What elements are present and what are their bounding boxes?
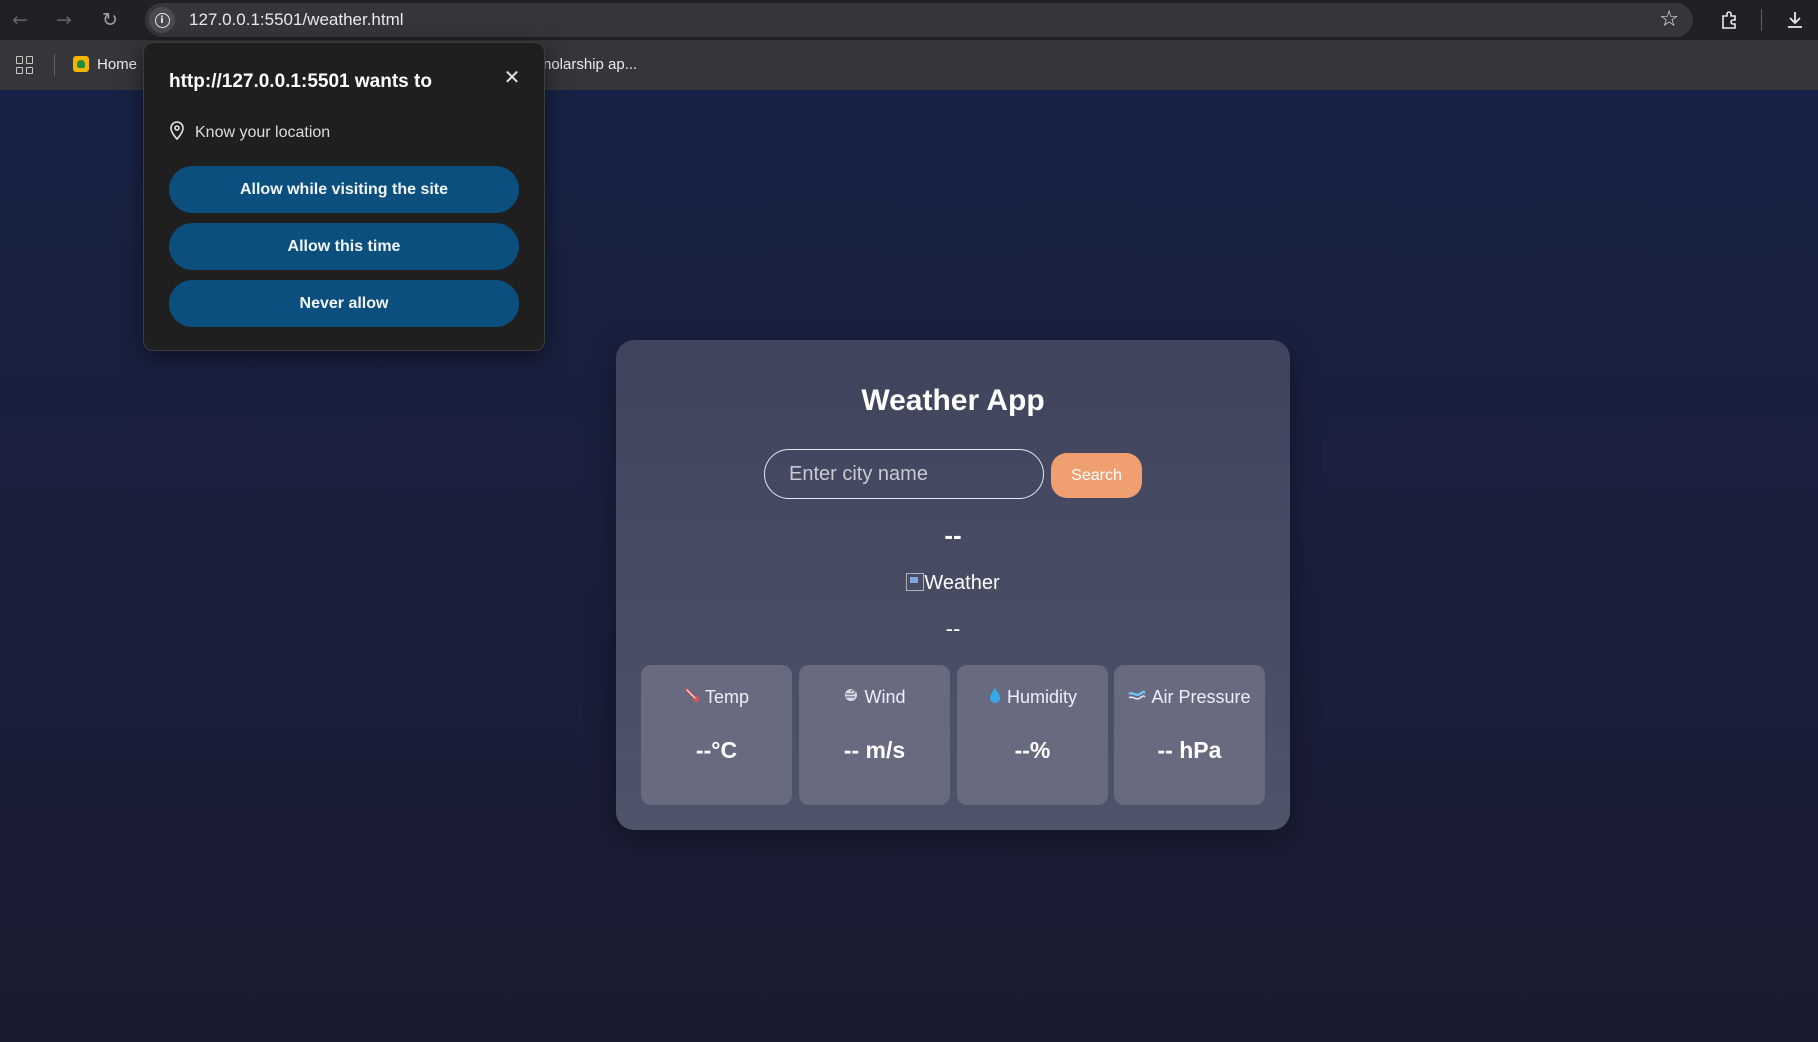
browser-toolbar: ← → ↻ i 127.0.0.1:5501/weather.html ☆ xyxy=(0,0,1818,40)
stat-humidity-value: --% xyxy=(1014,737,1051,763)
bookmark-scholarship-label: nolarship ap... xyxy=(543,56,638,73)
permission-label: Know your location xyxy=(195,124,331,141)
site-info-button[interactable]: i xyxy=(149,7,175,33)
weather-image-alt: Weather xyxy=(924,572,1000,594)
stat-air-pressure: Air Pressure -- hPa xyxy=(1114,665,1265,805)
broken-image-icon xyxy=(906,573,925,591)
never-allow-button[interactable]: Never allow xyxy=(169,280,519,327)
url-text[interactable]: 127.0.0.1:5501/weather.html xyxy=(189,3,404,37)
allow-while-visiting-button[interactable]: Allow while visiting the site xyxy=(169,166,519,213)
permission-title: http://127.0.0.1:5501 wants to xyxy=(169,71,432,92)
stat-air-pressure-value: -- hPa xyxy=(1157,737,1222,763)
forward-arrow-icon[interactable]: → xyxy=(50,6,78,34)
city-search-input[interactable] xyxy=(764,449,1044,499)
bookmark-home[interactable]: Home xyxy=(73,40,137,90)
droplet-icon xyxy=(988,687,1002,707)
stat-temp: Temp --°C xyxy=(641,665,792,805)
stat-wind-value: -- m/s xyxy=(843,737,906,763)
pressure-icon xyxy=(1128,689,1147,707)
bookmarks-divider xyxy=(54,54,55,76)
download-icon[interactable] xyxy=(1781,6,1809,34)
stat-wind-label: Wind xyxy=(864,687,906,707)
apps-grid-icon[interactable] xyxy=(16,56,34,74)
bookmark-star-icon[interactable]: ☆ xyxy=(1659,3,1679,37)
address-bar[interactable]: i 127.0.0.1:5501/weather.html ☆ xyxy=(145,3,1693,37)
close-icon[interactable]: ✕ xyxy=(500,65,524,89)
weather-image: Weather xyxy=(616,572,1290,595)
stat-temp-value: --°C xyxy=(695,737,738,763)
search-button[interactable]: Search xyxy=(1051,453,1142,498)
stat-humidity: Humidity --% xyxy=(957,665,1108,805)
stat-temp-label: Temp xyxy=(704,687,749,707)
weather-card: Weather App Search -- Weather -- Temp --… xyxy=(616,340,1290,830)
bookmark-home-label: Home xyxy=(97,56,138,73)
stat-humidity-label: Humidity xyxy=(1006,687,1077,707)
stats-row: Temp --°C Wind -- m/s Humidity --% Air P… xyxy=(641,665,1265,805)
stat-wind: Wind -- m/s xyxy=(799,665,950,805)
reload-icon[interactable]: ↻ xyxy=(96,6,124,34)
weather-description: -- xyxy=(945,616,961,641)
city-name: -- xyxy=(944,520,962,550)
app-title: Weather App xyxy=(861,384,1045,417)
location-permission-popup: http://127.0.0.1:5501 wants to ✕ Know yo… xyxy=(143,42,545,351)
allow-this-time-button[interactable]: Allow this time xyxy=(169,223,519,270)
location-pin-icon xyxy=(169,121,185,146)
info-icon: i xyxy=(154,12,170,28)
toolbar-divider xyxy=(1761,9,1762,31)
back-arrow-icon[interactable]: ← xyxy=(6,6,34,34)
thermometer-icon xyxy=(684,687,700,707)
bookmark-scholarship[interactable]: nolarship ap... xyxy=(543,40,637,90)
permission-request: Know your location xyxy=(169,121,330,146)
stat-air-pressure-label: Air Pressure xyxy=(1151,687,1251,707)
wind-icon xyxy=(843,687,859,707)
download-arrow-icon xyxy=(1788,12,1802,28)
home-bookmark-icon xyxy=(73,56,89,72)
puzzle-icon xyxy=(1722,11,1736,29)
extensions-icon[interactable] xyxy=(1715,6,1743,34)
